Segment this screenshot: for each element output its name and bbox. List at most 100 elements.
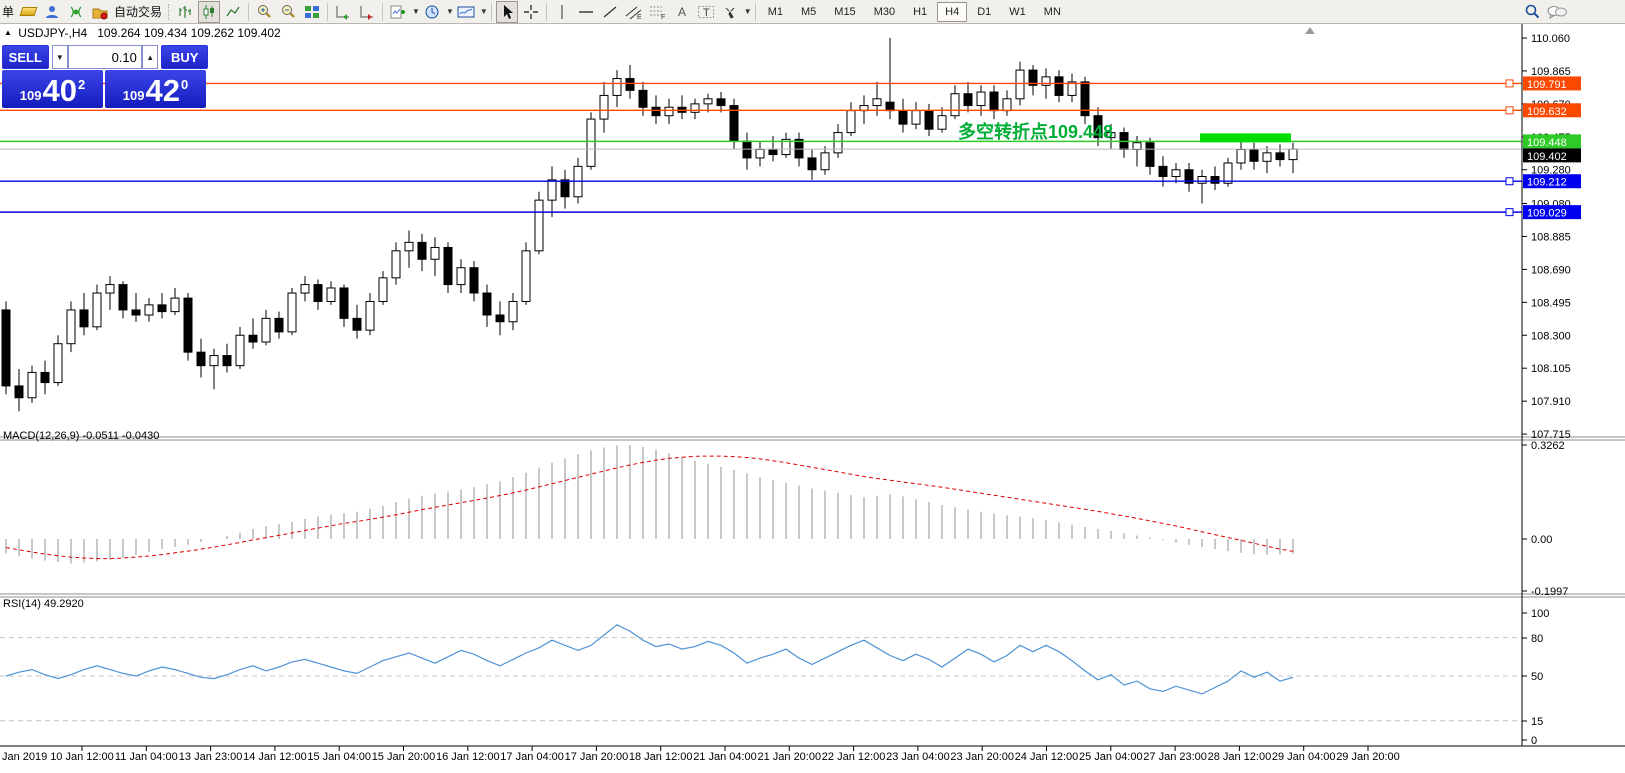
fibonacci-tool-icon[interactable]: F: [647, 1, 669, 23]
templates-icon[interactable]: [455, 1, 477, 23]
time-scale[interactable]: Jan 201910 Jan 12:0011 Jan 04:0013 Jan 2…: [2, 746, 1400, 763]
tile-windows-icon[interactable]: [301, 1, 323, 23]
arrows-dropdown-arrow[interactable]: ▼: [744, 7, 752, 16]
sell-button[interactable]: SELL: [2, 45, 49, 69]
time-tick-label: 15 Jan 20:00: [372, 751, 436, 763]
svg-text:F: F: [661, 14, 665, 20]
cursor-icon[interactable]: [496, 1, 518, 23]
chart-shift-marker[interactable]: [1305, 27, 1315, 34]
autotrading-button[interactable]: [89, 1, 111, 23]
timeframe-m1[interactable]: M1: [760, 2, 791, 22]
sell-price-sup: 2: [78, 77, 85, 92]
sell-price-box[interactable]: 109 40 2: [2, 70, 103, 108]
timeframe-d1[interactable]: D1: [969, 2, 999, 22]
buy-price-box[interactable]: 109 42 0: [105, 70, 206, 108]
time-tick-label: 29 Jan 04:00: [1272, 751, 1336, 763]
macd-tick-label: 0.3262: [1531, 440, 1565, 452]
time-tick-label: 18 Jan 12:00: [629, 751, 693, 763]
bar-chart-icon[interactable]: [174, 1, 196, 23]
indicators-dropdown-arrow[interactable]: ▼: [412, 7, 420, 16]
zoom-in-glyph: [256, 3, 273, 20]
candle-body: [1276, 153, 1284, 160]
candle-body: [1289, 149, 1297, 159]
line-chart-icon[interactable]: [222, 1, 244, 23]
timeframe-h4[interactable]: H4: [937, 2, 967, 22]
buy-price-sup: 0: [181, 77, 188, 92]
level-drag-handle[interactable]: [1506, 209, 1513, 216]
label-tool-icon[interactable]: T: [695, 1, 717, 23]
templates-dropdown-arrow[interactable]: ▼: [480, 7, 488, 16]
rsi-line: [6, 625, 1293, 694]
macd-tick-label: -0.1997: [1531, 586, 1568, 598]
autotrading-label[interactable]: 自动交易: [114, 3, 162, 20]
chart-shift-icon[interactable]: [356, 1, 378, 23]
fibonacci-glyph: F: [649, 4, 667, 20]
trendline-glyph: [602, 4, 618, 20]
macd-indicator-label: MACD(12,26,9) -0.0511 -0.0430: [3, 430, 159, 442]
signal-icon[interactable]: [65, 1, 87, 23]
candle-body: [405, 242, 413, 250]
time-tick-label: 28 Jan 12:00: [1208, 751, 1272, 763]
timeframe-m30[interactable]: M30: [866, 2, 903, 22]
candle-body: [210, 356, 218, 366]
indicators-icon[interactable]: [387, 1, 409, 23]
channel-tool-icon[interactable]: E: [623, 1, 645, 23]
volume-increase-button[interactable]: ▲: [142, 45, 159, 69]
candle-body: [899, 111, 907, 125]
crosshair-icon[interactable]: [520, 1, 542, 23]
chart-canvas[interactable]: 110.060109.865109.670109.475109.280109.0…: [0, 0, 1625, 773]
svg-text:A: A: [678, 5, 686, 19]
volume-input[interactable]: 0.10: [68, 45, 142, 69]
account-icon[interactable]: [41, 1, 63, 23]
new-order-button[interactable]: 单: [2, 3, 14, 20]
time-tick-label: 10 Jan 12:00: [50, 751, 114, 763]
vertical-line-tool-icon[interactable]: [551, 1, 573, 23]
periods-clock-glyph: [424, 4, 440, 20]
bar-chart-glyph: [177, 4, 193, 20]
timeframe-h1[interactable]: H1: [905, 2, 935, 22]
candle-body: [301, 285, 309, 293]
volume-decrease-button[interactable]: ▼: [52, 45, 69, 69]
text-tool-icon[interactable]: A: [671, 1, 693, 23]
gold-bar-icon[interactable]: [17, 1, 39, 23]
periods-icon[interactable]: [421, 1, 443, 23]
level-drag-handle[interactable]: [1506, 80, 1513, 87]
candle-body: [626, 79, 634, 91]
auto-scroll-icon[interactable]: [332, 1, 354, 23]
candle-body: [964, 94, 972, 106]
timeframe-mn[interactable]: MN: [1036, 2, 1069, 22]
toolbar-separator: [491, 3, 492, 21]
horizontal-line-tool-icon[interactable]: [575, 1, 597, 23]
candle-body: [834, 133, 842, 153]
zoom-out-icon[interactable]: [277, 1, 299, 23]
buy-button[interactable]: BUY: [161, 45, 208, 69]
chat-icon[interactable]: [1545, 1, 1569, 23]
timeframe-m5[interactable]: M5: [793, 2, 824, 22]
arrows-tool-icon[interactable]: [719, 1, 741, 23]
rsi-tick-label: 0: [1531, 735, 1537, 747]
price-badge-label: 109.402: [1527, 151, 1567, 163]
toolbar-grip: [168, 4, 169, 20]
level-drag-handle[interactable]: [1506, 107, 1513, 114]
periods-dropdown-arrow[interactable]: ▼: [446, 7, 454, 16]
candlestick-chart-icon[interactable]: [198, 1, 220, 23]
chart-title: ▲ USDJPY-,H4 109.264 109.434 109.262 109…: [4, 26, 281, 40]
timeframe-w1[interactable]: W1: [1001, 2, 1034, 22]
trendline-tool-icon[interactable]: [599, 1, 621, 23]
candle-body: [470, 268, 478, 293]
price-scale[interactable]: 110.060109.865109.670109.475109.280109.0…: [1522, 33, 1581, 747]
search-glyph: [1524, 3, 1541, 20]
macd-pane: [6, 445, 1293, 563]
candle-body: [639, 90, 647, 107]
timeframe-m15[interactable]: M15: [826, 2, 863, 22]
time-tick-label: 29 Jan 20:00: [1336, 751, 1400, 763]
chart-collapse-icon[interactable]: ▲: [4, 28, 12, 37]
candle-body: [938, 116, 946, 130]
candle-body: [314, 285, 322, 302]
candle-body: [1055, 77, 1063, 96]
level-drag-handle[interactable]: [1506, 178, 1513, 185]
time-tick-label: 13 Jan 23:00: [179, 751, 243, 763]
time-tick-label: 11 Jan 04:00: [115, 751, 178, 763]
zoom-in-icon[interactable]: [253, 1, 275, 23]
search-icon[interactable]: [1521, 1, 1543, 23]
